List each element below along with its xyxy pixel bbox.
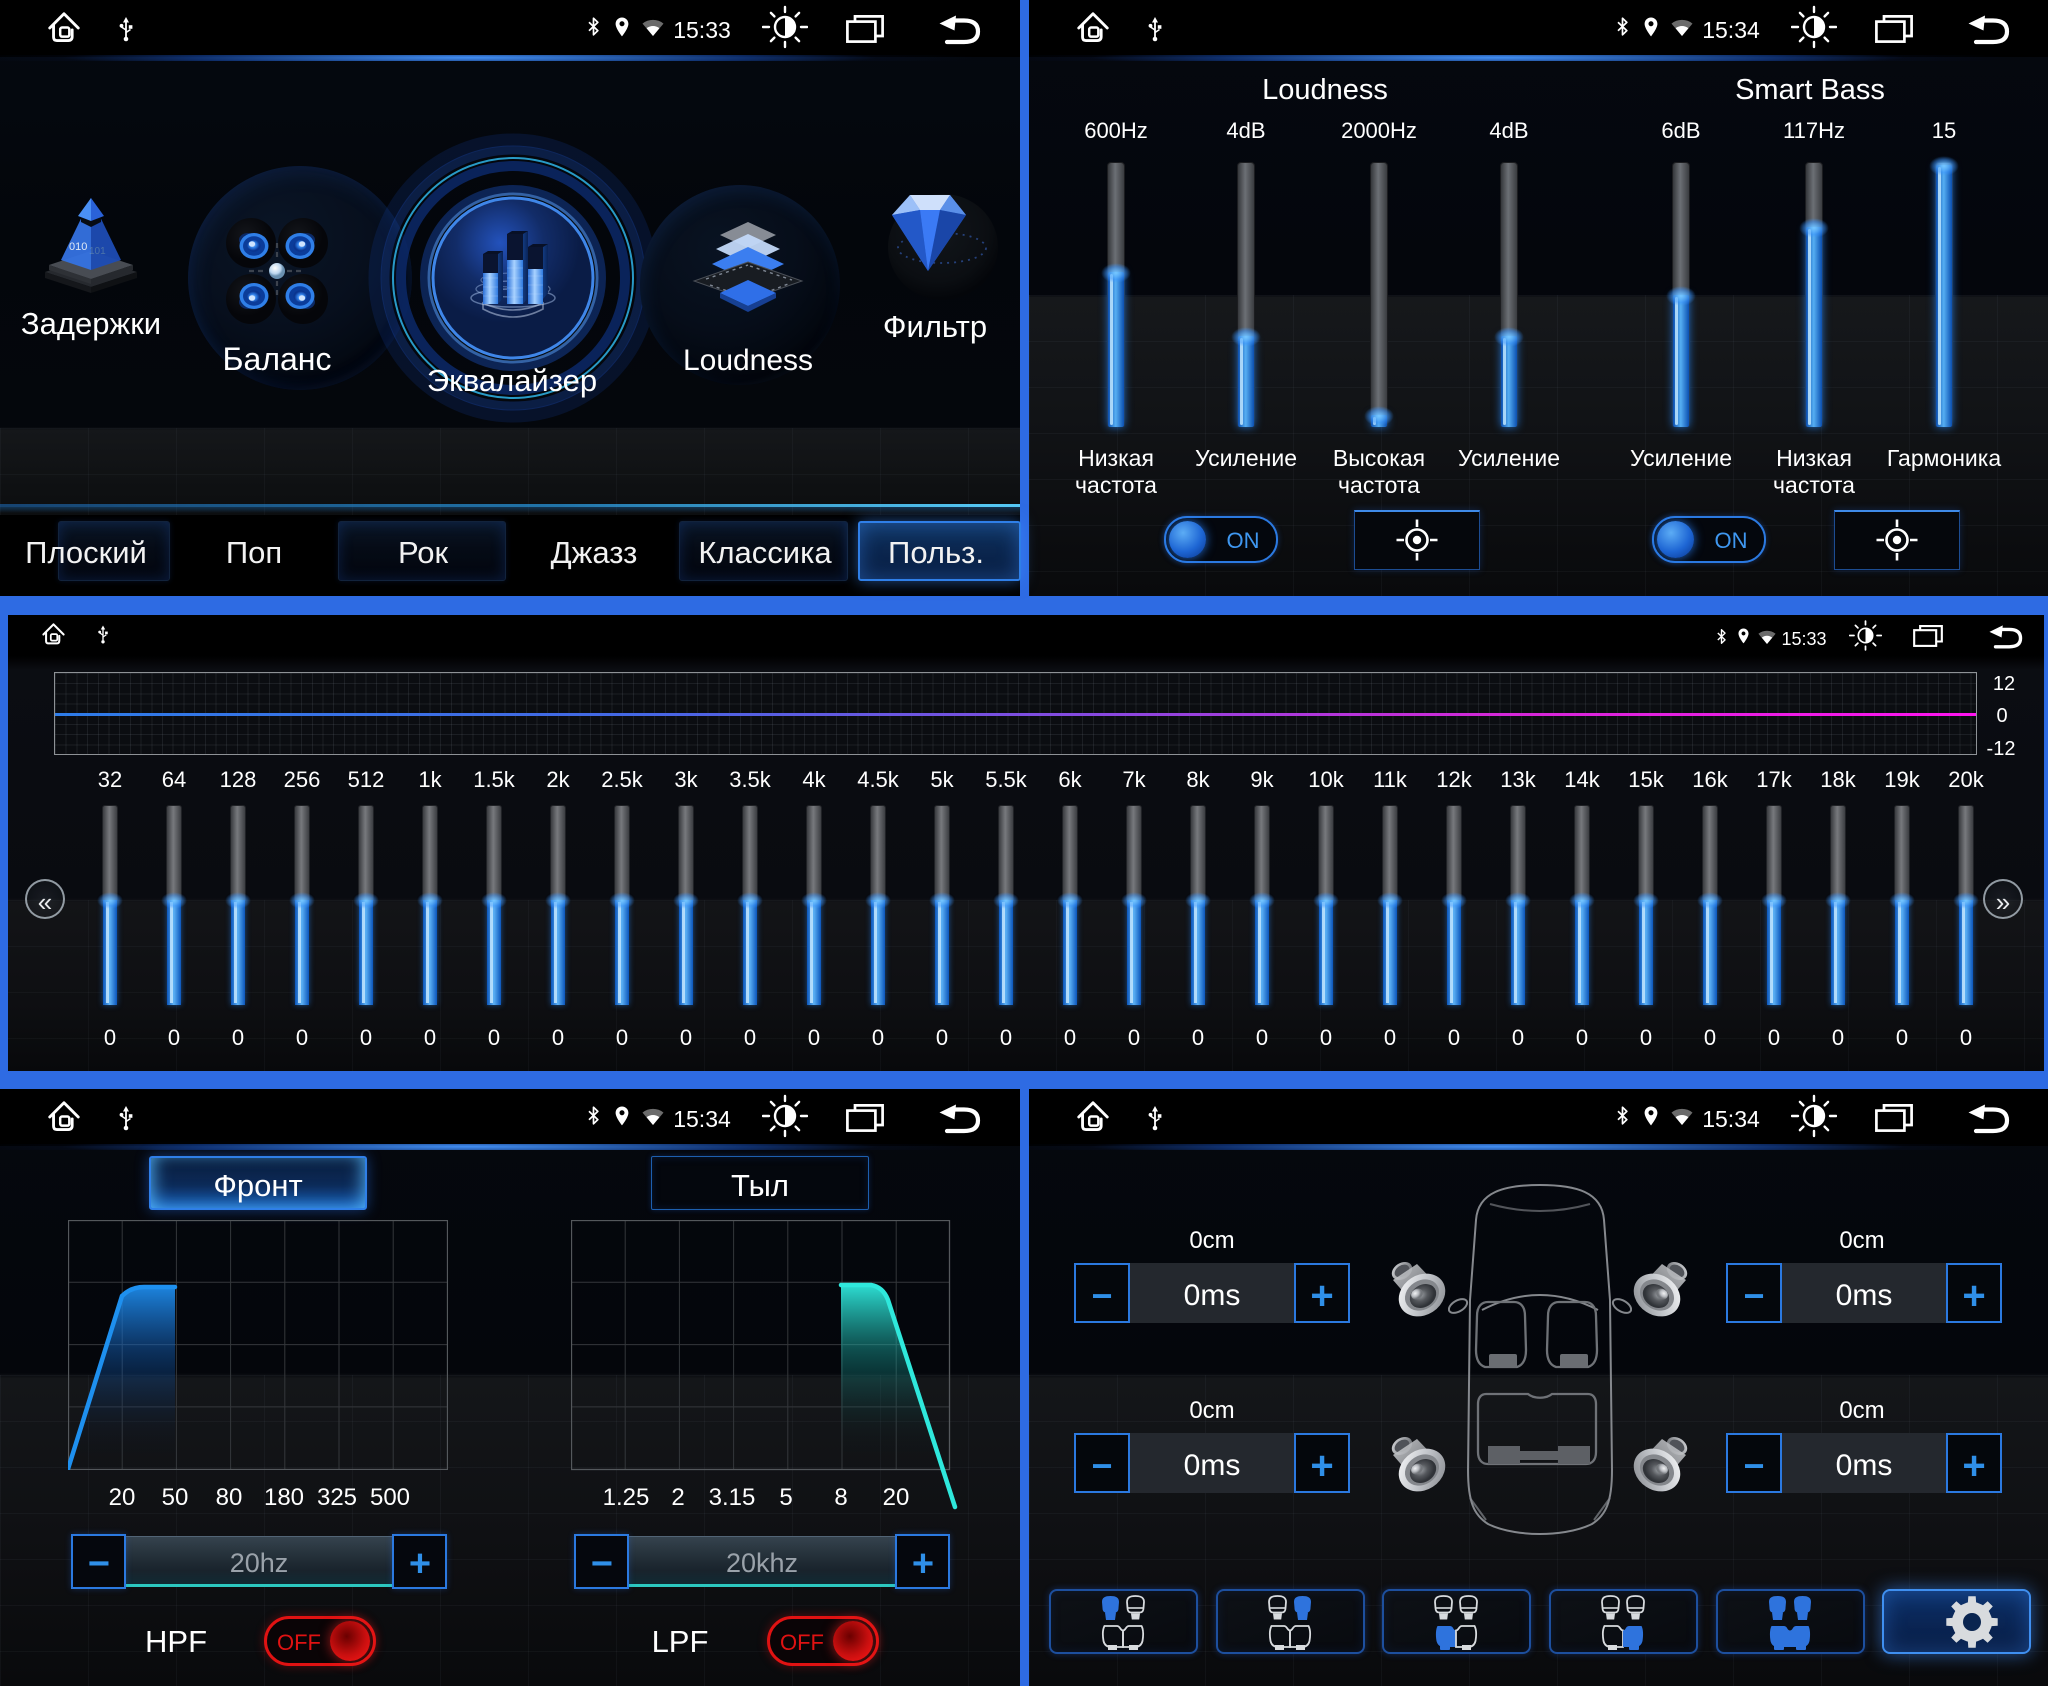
svg-text:101: 101 — [89, 246, 106, 257]
svg-text:010: 010 — [69, 241, 87, 253]
